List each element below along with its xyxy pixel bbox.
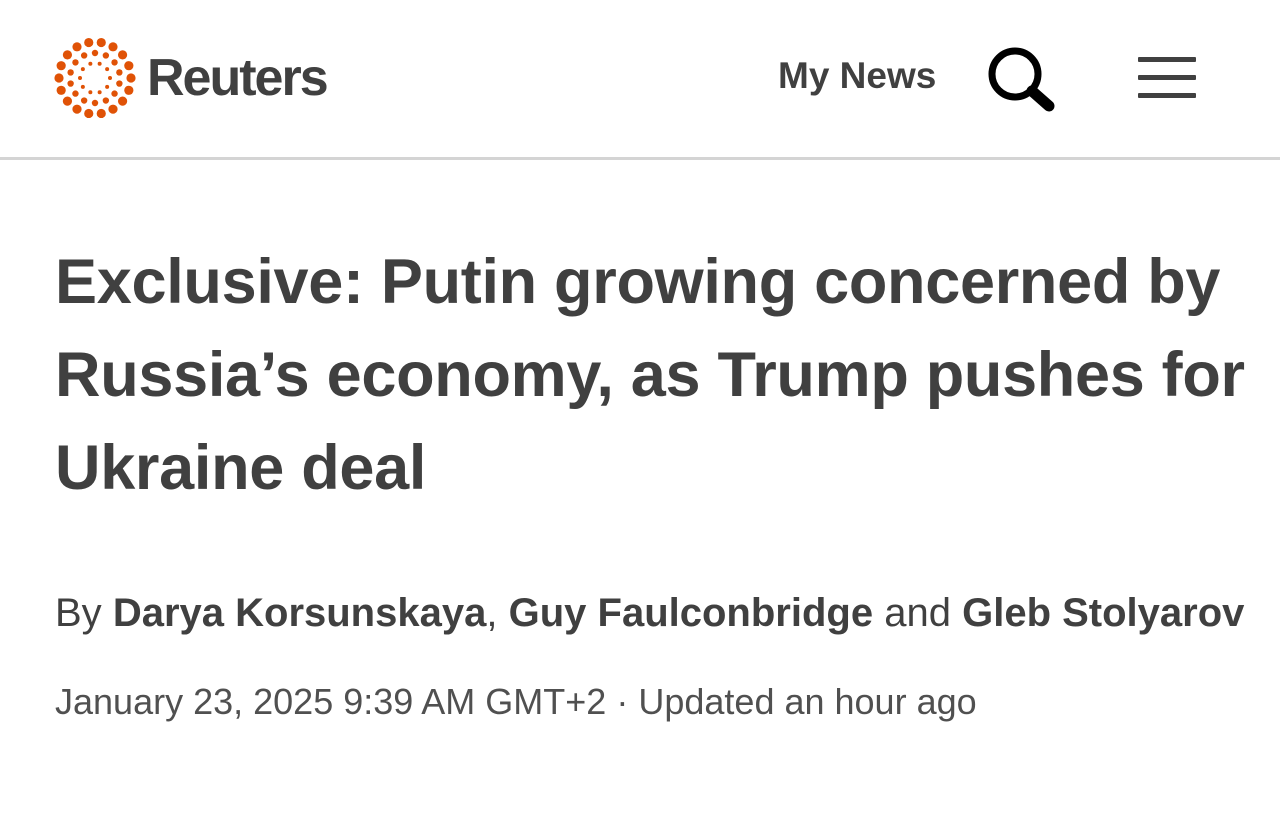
logo-dot (108, 76, 112, 80)
author-link[interactable]: Guy Faulconbridge (509, 591, 873, 635)
logo-dot (80, 97, 88, 104)
logo-dot (91, 49, 99, 57)
dateline: January 23, 2025 9:39 AM GMT+2 · Updated… (55, 680, 1245, 723)
logo-dot (88, 61, 93, 66)
byline-conjunction: and (884, 591, 951, 635)
logo-dot (105, 84, 110, 89)
logo-dot (80, 52, 88, 59)
logo-dot (62, 96, 73, 106)
logo-dot (126, 73, 136, 83)
updated-time: Updated an hour ago (638, 681, 977, 722)
logo-dot (56, 85, 66, 95)
publish-date: January 23, 2025 9:39 AM GMT+2 (55, 681, 607, 722)
article: Exclusive: Putin growing concerned by Ru… (55, 236, 1245, 723)
logo-text: Reuters (147, 49, 329, 107)
search-button[interactable] (985, 44, 1061, 114)
author-link[interactable]: Darya Korsunskaya (113, 591, 487, 635)
logo-dot (111, 59, 118, 66)
logo-dot (88, 90, 93, 95)
hamburger-menu-icon-bar (1138, 93, 1196, 98)
logo-dot (78, 76, 82, 80)
logo-dot (67, 80, 74, 87)
logo-dot (108, 104, 118, 114)
author-link[interactable]: Gleb Stolyarov (962, 591, 1244, 635)
logo-dot (111, 90, 118, 97)
logo-dot (117, 50, 128, 60)
logo-dot (91, 99, 99, 107)
reuters-logo-link[interactable]: Reuters (53, 36, 329, 120)
logo-dot (80, 67, 85, 72)
reuters-logo-icon (54, 37, 136, 119)
article-headline: Exclusive: Putin growing concerned by Ru… (55, 247, 1245, 503)
byline-separator: , (486, 591, 498, 635)
byline: By Darya Korsunskaya, Guy Faulconbridge … (55, 577, 1245, 650)
logo-dot (80, 84, 85, 89)
logo-dot (62, 50, 73, 60)
logo-dot (72, 90, 79, 97)
logo-dot (96, 37, 106, 48)
logo-dot (54, 73, 64, 83)
date-separator: · (616, 681, 629, 722)
byline-prefix: By (55, 591, 102, 635)
logo-dot (96, 108, 106, 119)
logo-dot (124, 61, 134, 71)
logo-dot (97, 90, 102, 95)
logo-dot (102, 52, 110, 59)
my-news-link[interactable]: My News (778, 55, 936, 97)
logo-dot (84, 37, 94, 48)
logo-dot (84, 108, 94, 119)
menu-button[interactable] (1134, 52, 1200, 104)
logo-dot (56, 61, 66, 71)
logo-dot (72, 104, 82, 114)
logo-dot (72, 42, 82, 52)
logo-dot (97, 61, 102, 66)
logo-dot (116, 80, 123, 87)
search-icon (988, 47, 1055, 112)
logo-dot (102, 97, 110, 104)
logo-dot (108, 42, 118, 52)
logo-dot (117, 96, 128, 106)
logo-dot (105, 67, 110, 72)
hamburger-menu-icon (1138, 57, 1196, 62)
logo-dot (124, 85, 134, 95)
logo-dot (67, 69, 74, 76)
logo-dot (72, 59, 79, 66)
site-header: Reuters My News (0, 0, 1280, 160)
hamburger-menu-icon-bar (1138, 75, 1196, 80)
logo-dot (116, 69, 123, 76)
